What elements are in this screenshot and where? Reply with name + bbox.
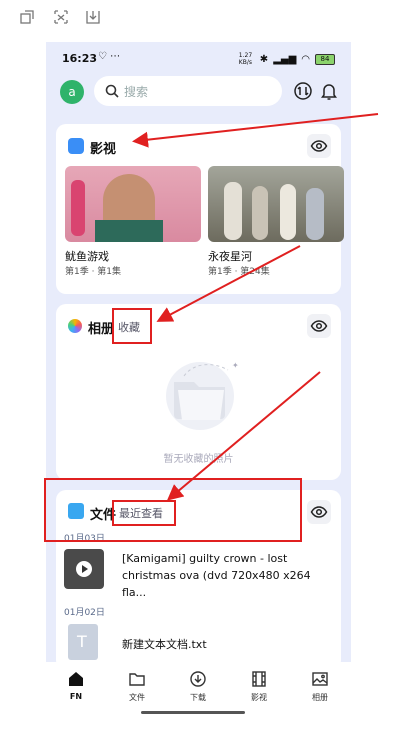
- video-title: 鱿鱼游戏: [65, 250, 109, 263]
- download-icon[interactable]: [84, 8, 102, 26]
- eye-icon: [310, 140, 328, 152]
- nav-label: FN: [69, 692, 83, 701]
- nav-video[interactable]: 影视: [239, 670, 279, 703]
- nav-label: 相册: [312, 693, 328, 702]
- video-card: 影视 鱿鱼游戏 第1季 · 第1集 永夜星河 第1季 · 第24集: [56, 124, 344, 294]
- bluetooth-icon: ✱: [259, 53, 269, 65]
- search-input[interactable]: 搜索: [94, 76, 282, 106]
- video-episode: 第1季 · 第24集: [208, 267, 270, 277]
- file-name[interactable]: 新建文本文档.txt: [122, 636, 322, 653]
- status-bar: 16:23 ♡ ⋯ 1.27 KB/s ✱ ▂▄▆ ◠ 84: [46, 42, 351, 76]
- file-thumbnail[interactable]: [64, 549, 104, 589]
- album-card: 相册 收藏 ✦ 暂无收藏的照片: [56, 304, 341, 480]
- translate-icon[interactable]: [52, 8, 70, 26]
- folder-icon: [129, 673, 145, 686]
- transfer-icon[interactable]: [292, 80, 314, 102]
- video-episode: 第1季 · 第1集: [65, 267, 122, 277]
- eye-button[interactable]: [307, 500, 331, 524]
- album-card-title: 相册: [88, 322, 115, 337]
- text-file-icon[interactable]: T: [68, 624, 98, 660]
- video-thumbnail[interactable]: [65, 166, 201, 242]
- annotation-box: [112, 500, 176, 526]
- heart-person-icon: ♡ ⋯: [98, 51, 121, 62]
- svg-text:✦: ✦: [232, 361, 239, 370]
- annotation-box: [112, 308, 152, 344]
- nav-album[interactable]: 相册: [300, 670, 340, 703]
- play-icon: [82, 565, 88, 573]
- film-icon: [252, 671, 266, 687]
- album-app-icon: [68, 319, 82, 333]
- battery-icon: 84: [315, 53, 335, 65]
- video-title: 永夜星河: [208, 250, 252, 263]
- nav-label: 影视: [251, 693, 267, 702]
- video-card-title: 影视: [90, 142, 117, 157]
- search-placeholder: 搜索: [124, 85, 149, 99]
- nav-home[interactable]: FN: [56, 670, 96, 701]
- wifi-icon: ◠: [301, 53, 310, 65]
- video-thumbnail[interactable]: [208, 166, 344, 242]
- status-time: 16:23: [62, 52, 98, 65]
- bell-icon[interactable]: [318, 80, 340, 102]
- video-app-icon: [68, 138, 84, 154]
- avatar[interactable]: a: [60, 80, 84, 104]
- download-icon: [190, 671, 206, 687]
- home-icon: [69, 672, 83, 686]
- eye-icon: [310, 320, 328, 332]
- nav-label: 下载: [190, 693, 206, 702]
- empty-folder-icon: ✦: [166, 361, 239, 430]
- phone-screen: 16:23 ♡ ⋯ 1.27 KB/s ✱ ▂▄▆ ◠ 84 a 搜索 影视 鱿…: [46, 42, 351, 720]
- signal-icon: ▂▄▆: [273, 53, 297, 65]
- network-speed: 1.27 KB/s: [238, 52, 253, 66]
- nav-files[interactable]: 文件: [117, 670, 157, 703]
- top-bar: a 搜索: [46, 76, 351, 116]
- search-icon: [105, 84, 119, 98]
- eye-icon: [310, 506, 328, 518]
- file-date: 01月02日: [64, 608, 105, 618]
- nav-download[interactable]: 下载: [178, 670, 218, 703]
- image-icon: [312, 672, 328, 686]
- home-indicator: [141, 711, 245, 714]
- crop-icon[interactable]: [18, 8, 36, 26]
- eye-button[interactable]: [307, 314, 331, 338]
- file-name[interactable]: [Kamigami] guilty crown - lost christmas…: [122, 550, 322, 601]
- nav-label: 文件: [129, 693, 145, 702]
- empty-text: 暂无收藏的照片: [163, 454, 234, 465]
- eye-button[interactable]: [307, 134, 331, 158]
